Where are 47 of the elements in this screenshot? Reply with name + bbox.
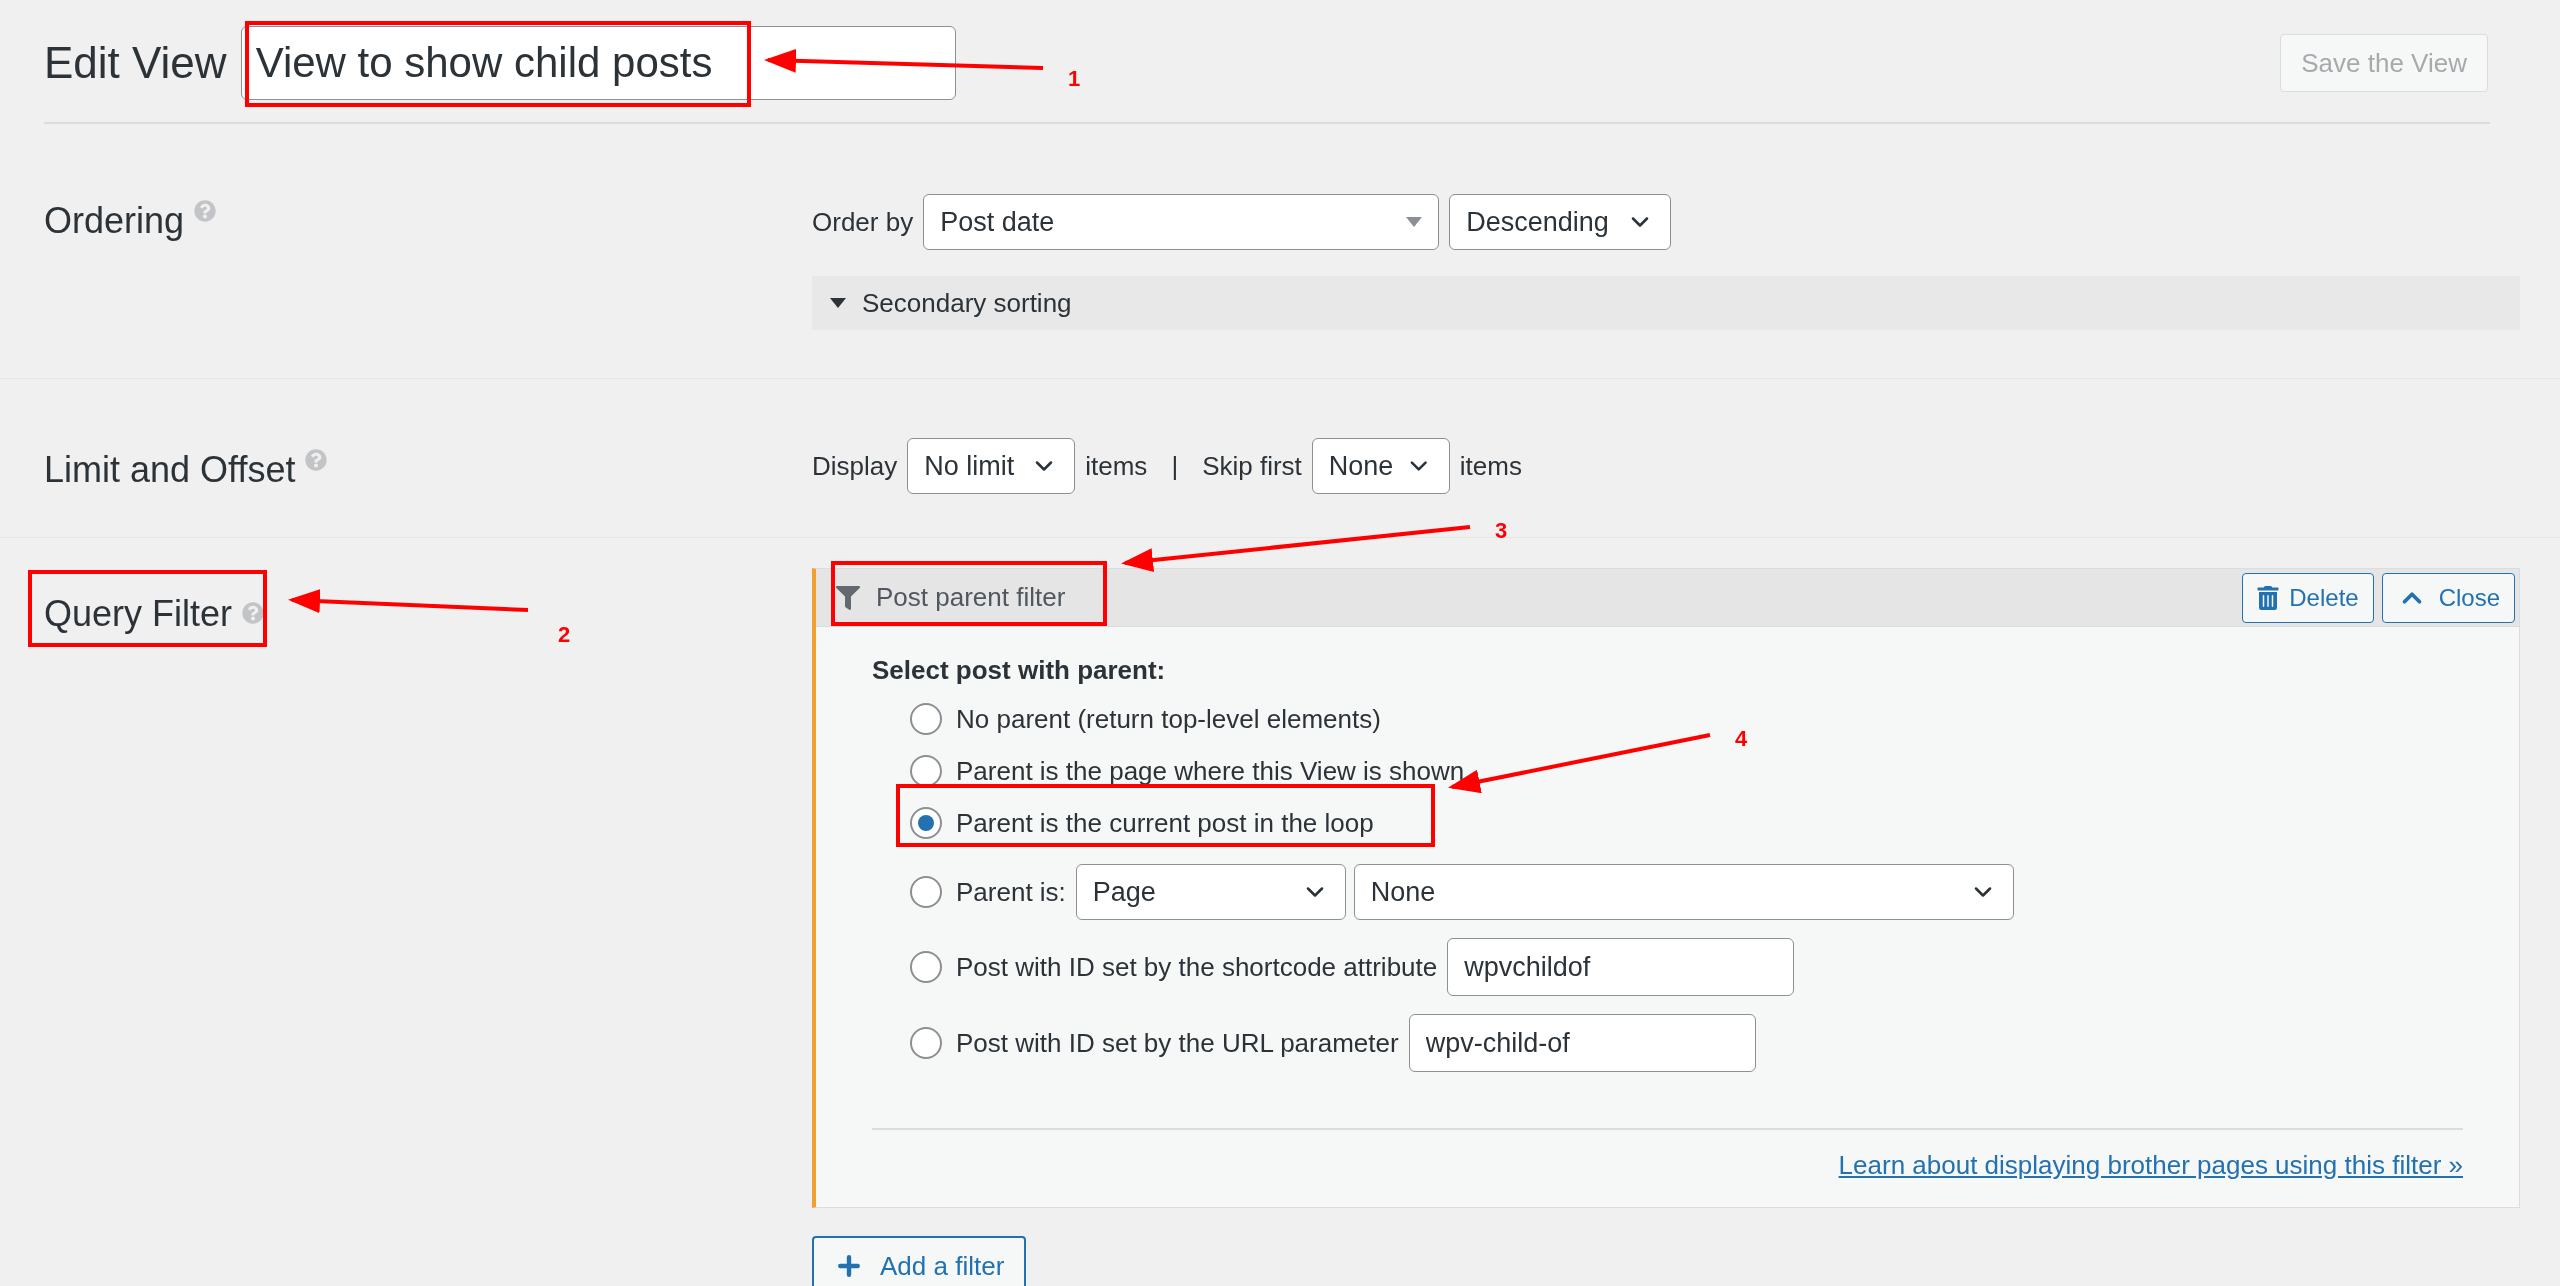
items-label: items (1085, 449, 1148, 483)
annotation-number: 3 (1495, 517, 1508, 545)
separator: | (1171, 449, 1179, 483)
radio-button[interactable] (910, 703, 942, 735)
section-title: Ordering (44, 199, 185, 243)
delete-button[interactable]: Delete (2242, 572, 2374, 623)
toggle-triangle-icon (830, 298, 846, 308)
trash-icon (2257, 585, 2280, 610)
radio-button[interactable] (910, 1027, 942, 1059)
filter-icon (836, 585, 860, 610)
radio-label: Post with ID set by the URL parameter (956, 1026, 1399, 1060)
radio-label: Post with ID set by the shortcode attribute (956, 950, 1438, 984)
order-by-label: Order by (812, 205, 914, 239)
parameter-field[interactable]: wpv-child-of (1408, 1014, 1756, 1072)
page-title: Edit View (44, 37, 227, 89)
radio-label: No parent (return top-level elements) (956, 702, 1381, 736)
help-link[interactable]: Learn about displaying brother pages using this filter » (1838, 1146, 2463, 1185)
display-label: Display (812, 449, 898, 483)
annotation-number: 4 (1735, 725, 1748, 753)
annotation-number: 2 (558, 621, 571, 649)
close-button[interactable]: Close (2381, 572, 2515, 623)
display-select[interactable]: No limit (907, 438, 1076, 494)
radio-label: Parent is the current post in the loop (956, 806, 1374, 840)
items-label: items (1459, 449, 1522, 483)
radio-button[interactable] (910, 755, 942, 787)
parent-select[interactable]: None (1353, 864, 2014, 920)
skip-first-select[interactable]: None (1311, 438, 1450, 494)
radio-label: Parent is the page where this View is shown (956, 754, 1465, 788)
skip-first-label: Skip first (1202, 449, 1302, 483)
view-name-field[interactable]: View to show child posts (240, 26, 956, 100)
parameter-field[interactable]: wpvchildof (1447, 938, 1795, 996)
help-icon[interactable] (242, 602, 265, 624)
order-by-select[interactable]: Post date (923, 194, 1440, 250)
filter-prompt: Select post with parent: (872, 654, 1167, 687)
add-filter-button[interactable]: Add a filter (812, 1236, 1027, 1286)
annotation-number: 1 (1068, 65, 1081, 93)
secondary-sorting-toggle[interactable]: Secondary sorting (812, 276, 2520, 330)
radio-button[interactable] (910, 951, 942, 983)
post-type-select[interactable]: Page (1075, 864, 1346, 920)
section-title: Limit and Offset (44, 448, 296, 492)
radio-label: Parent is: (956, 875, 1066, 909)
direction-select[interactable]: Descending (1449, 194, 1672, 250)
radio-button[interactable] (910, 876, 942, 908)
radio-button[interactable] (910, 807, 942, 839)
dropdown-triangle-icon (1406, 217, 1423, 227)
filter-title: Post parent filter (876, 581, 1066, 614)
section-title: Query Filter (44, 596, 233, 632)
